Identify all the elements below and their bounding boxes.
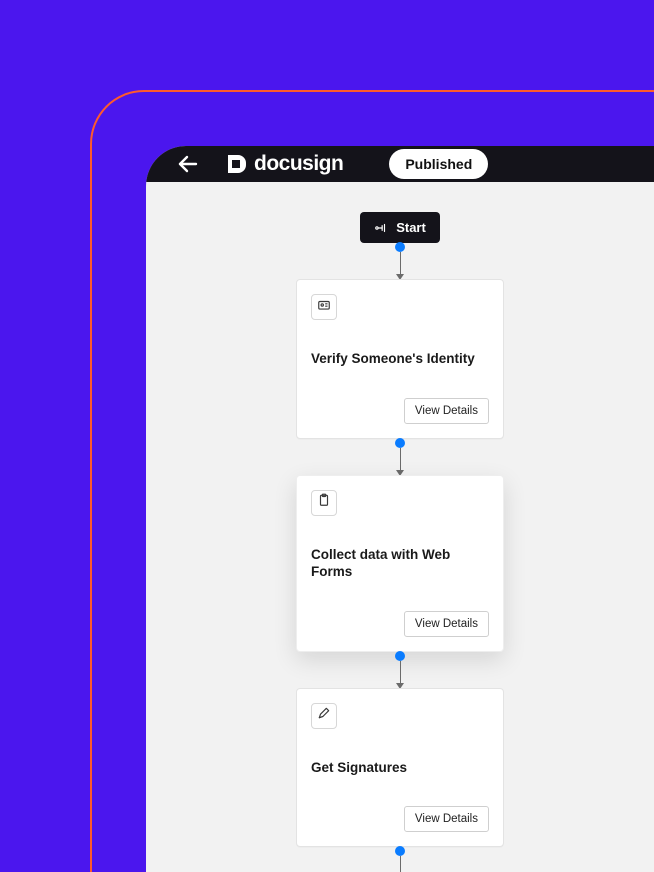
flow-start-icon xyxy=(374,221,388,235)
node-icon-box xyxy=(311,294,337,320)
node-actions: View Details xyxy=(311,398,489,424)
app-window: docusign Published Start xyxy=(146,146,654,872)
connector-dot-icon xyxy=(395,651,405,661)
node-title: Get Signatures xyxy=(311,759,489,777)
node-actions: View Details xyxy=(311,611,489,637)
clipboard-icon xyxy=(317,493,331,512)
workflow-node-get-signatures[interactable]: Get Signatures View Details xyxy=(296,688,504,848)
node-icon-box xyxy=(311,490,337,516)
view-details-button[interactable]: View Details xyxy=(404,806,489,832)
connector-dot-icon xyxy=(395,846,405,856)
id-card-icon xyxy=(317,298,331,317)
view-details-button[interactable]: View Details xyxy=(404,398,489,424)
pen-icon xyxy=(317,706,331,725)
brand-name: docusign xyxy=(254,152,343,176)
status-label: Published xyxy=(405,156,472,172)
connector-line xyxy=(400,661,401,683)
node-title: Verify Someone's Identity xyxy=(311,350,489,368)
node-title: Collect data with Web Forms xyxy=(311,546,489,581)
node-icon-box xyxy=(311,703,337,729)
workflow-node-collect-data[interactable]: Collect data with Web Forms View Details xyxy=(296,475,504,652)
arrow-left-icon xyxy=(176,152,200,176)
app-header: docusign Published xyxy=(146,146,654,182)
connector xyxy=(395,847,405,872)
start-label: Start xyxy=(396,220,426,235)
connector-dot-icon xyxy=(395,242,405,252)
workflow-flow: Start Verify Someone's Identity xyxy=(296,212,504,872)
node-actions: View Details xyxy=(311,806,489,832)
connector-dot-icon xyxy=(395,438,405,448)
brand-logo: docusign xyxy=(224,152,343,176)
start-node[interactable]: Start xyxy=(360,212,440,243)
connector-line xyxy=(400,252,401,274)
docusign-logo-icon xyxy=(224,152,248,176)
workflow-node-verify-identity[interactable]: Verify Someone's Identity View Details xyxy=(296,279,504,439)
status-badge: Published xyxy=(389,149,488,179)
back-button[interactable] xyxy=(170,146,206,182)
connector xyxy=(395,243,405,279)
workflow-canvas[interactable]: Start Verify Someone's Identity xyxy=(146,182,654,872)
device-frame: docusign Published Start xyxy=(90,90,654,872)
connector xyxy=(395,439,405,475)
view-details-button[interactable]: View Details xyxy=(404,611,489,637)
connector-line xyxy=(400,856,401,872)
connector xyxy=(395,652,405,688)
connector-line xyxy=(400,448,401,470)
